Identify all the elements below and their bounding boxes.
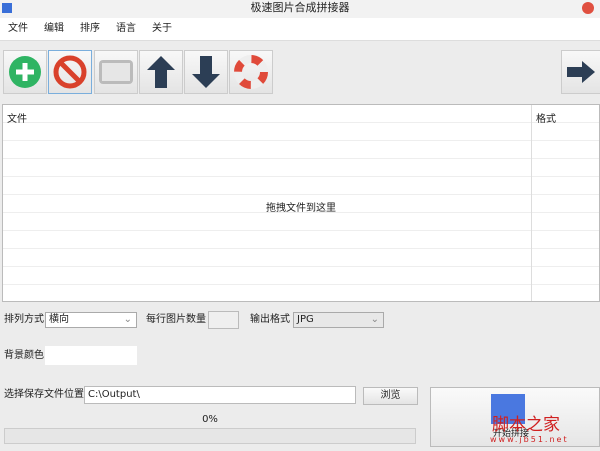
format-select[interactable]: JPG ⌄ (293, 312, 384, 328)
add-button[interactable] (3, 50, 47, 94)
help-icon (234, 55, 268, 89)
menu-edit[interactable]: 编辑 (36, 18, 72, 40)
progress-bar (4, 428, 416, 444)
arrange-select[interactable]: 横向 ⌄ (45, 312, 137, 328)
window-title: 极速图片合成拼接器 (250, 1, 350, 14)
drop-hint: 拖拽文件到这里 (266, 203, 336, 214)
format-label: 输出格式 (250, 314, 290, 325)
format-value: JPG (297, 314, 314, 325)
bg-color-label: 背景颜色 (4, 350, 44, 361)
menu-language[interactable]: 语言 (108, 18, 144, 40)
menu-bar: 文件 编辑 排序 语言 关于 (0, 18, 600, 41)
next-button[interactable] (561, 50, 600, 94)
arrange-value: 横向 (49, 314, 69, 325)
progress-text: 0% (202, 414, 218, 425)
per-row-label: 每行图片数量 (146, 314, 206, 325)
right-arrow-icon (567, 61, 595, 83)
chevron-down-icon: ⌄ (370, 314, 379, 325)
add-icon (9, 56, 41, 88)
clear-button[interactable] (48, 50, 92, 94)
watermark-url: www.jb51.net (490, 435, 569, 444)
grid-button[interactable] (94, 50, 138, 94)
move-down-button[interactable] (184, 50, 228, 94)
menu-sort[interactable]: 排序 (72, 18, 108, 40)
browse-button[interactable]: 浏览 (363, 387, 418, 405)
title-bar: 极速图片合成拼接器 (0, 0, 600, 18)
bg-color-picker[interactable] (45, 346, 137, 365)
column-header-file[interactable]: 文件 (7, 110, 27, 125)
arrange-label: 排列方式 (4, 314, 44, 325)
watermark: 脚本之家 (492, 415, 560, 435)
help-button[interactable] (229, 50, 273, 94)
menu-file[interactable]: 文件 (0, 18, 36, 40)
clear-icon (53, 55, 87, 89)
down-arrow-icon (192, 56, 220, 88)
menu-about[interactable]: 关于 (144, 18, 180, 40)
close-icon[interactable] (582, 2, 594, 14)
per-row-input[interactable] (208, 311, 239, 329)
chevron-down-icon: ⌄ (123, 314, 132, 325)
app-icon (2, 3, 12, 13)
up-arrow-icon (147, 56, 175, 88)
save-location-label: 选择保存文件位置 (4, 389, 84, 400)
grid-icon (99, 60, 133, 84)
save-path-input[interactable]: C:\Output\ (84, 386, 356, 404)
move-up-button[interactable] (139, 50, 183, 94)
file-table[interactable]: 文件 格式 拖拽文件到这里 (2, 104, 600, 302)
column-header-format[interactable]: 格式 (536, 110, 556, 125)
